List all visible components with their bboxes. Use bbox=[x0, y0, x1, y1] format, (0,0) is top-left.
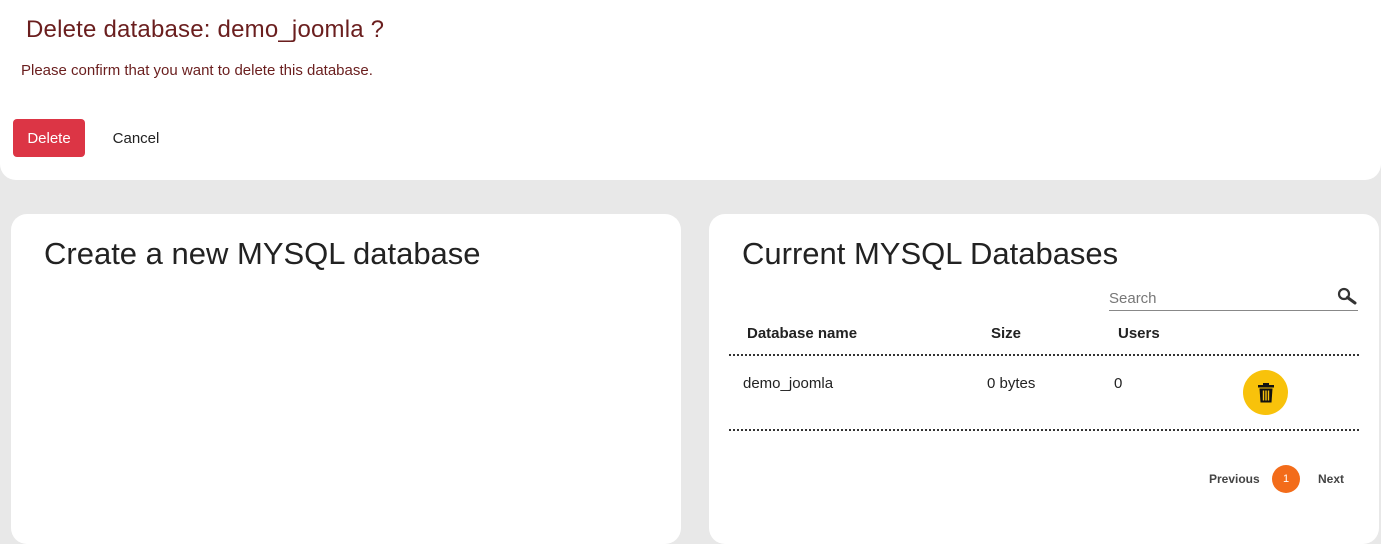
column-header-database-name: Database name bbox=[747, 325, 858, 342]
pagination-page-current[interactable]: 1 bbox=[1272, 465, 1300, 493]
create-database-card: Create a new MYSQL database bbox=[11, 214, 681, 544]
search-box bbox=[1109, 286, 1358, 311]
current-databases-card: Current MYSQL Databases Database name Si… bbox=[709, 214, 1379, 544]
cell-size: 0 bytes bbox=[987, 375, 1036, 392]
current-databases-title: Current MYSQL Databases bbox=[742, 236, 1119, 271]
search-icon[interactable] bbox=[1336, 286, 1358, 308]
column-header-size: Size bbox=[991, 325, 1022, 342]
delete-confirm-panel: Delete database: demo_joomla ? Please co… bbox=[0, 0, 1381, 180]
trash-icon bbox=[1257, 382, 1274, 402]
create-database-title: Create a new MYSQL database bbox=[44, 236, 481, 271]
cell-database-name: demo_joomla bbox=[743, 375, 834, 392]
cancel-button[interactable]: Cancel bbox=[100, 119, 172, 157]
delete-database-button[interactable] bbox=[1243, 370, 1288, 415]
search-input[interactable] bbox=[1109, 288, 1329, 308]
table-row-divider bbox=[729, 429, 1359, 431]
pagination-previous[interactable]: Previous bbox=[1209, 472, 1260, 486]
table-header-divider bbox=[729, 354, 1359, 356]
pagination-next[interactable]: Next bbox=[1318, 472, 1344, 486]
dialog-title: Delete database: demo_joomla ? bbox=[26, 16, 385, 43]
column-header-users: Users bbox=[1118, 325, 1160, 342]
cell-users: 0 bbox=[1114, 375, 1123, 392]
dialog-message: Please confirm that you want to delete t… bbox=[21, 62, 373, 79]
delete-button[interactable]: Delete bbox=[13, 119, 85, 157]
